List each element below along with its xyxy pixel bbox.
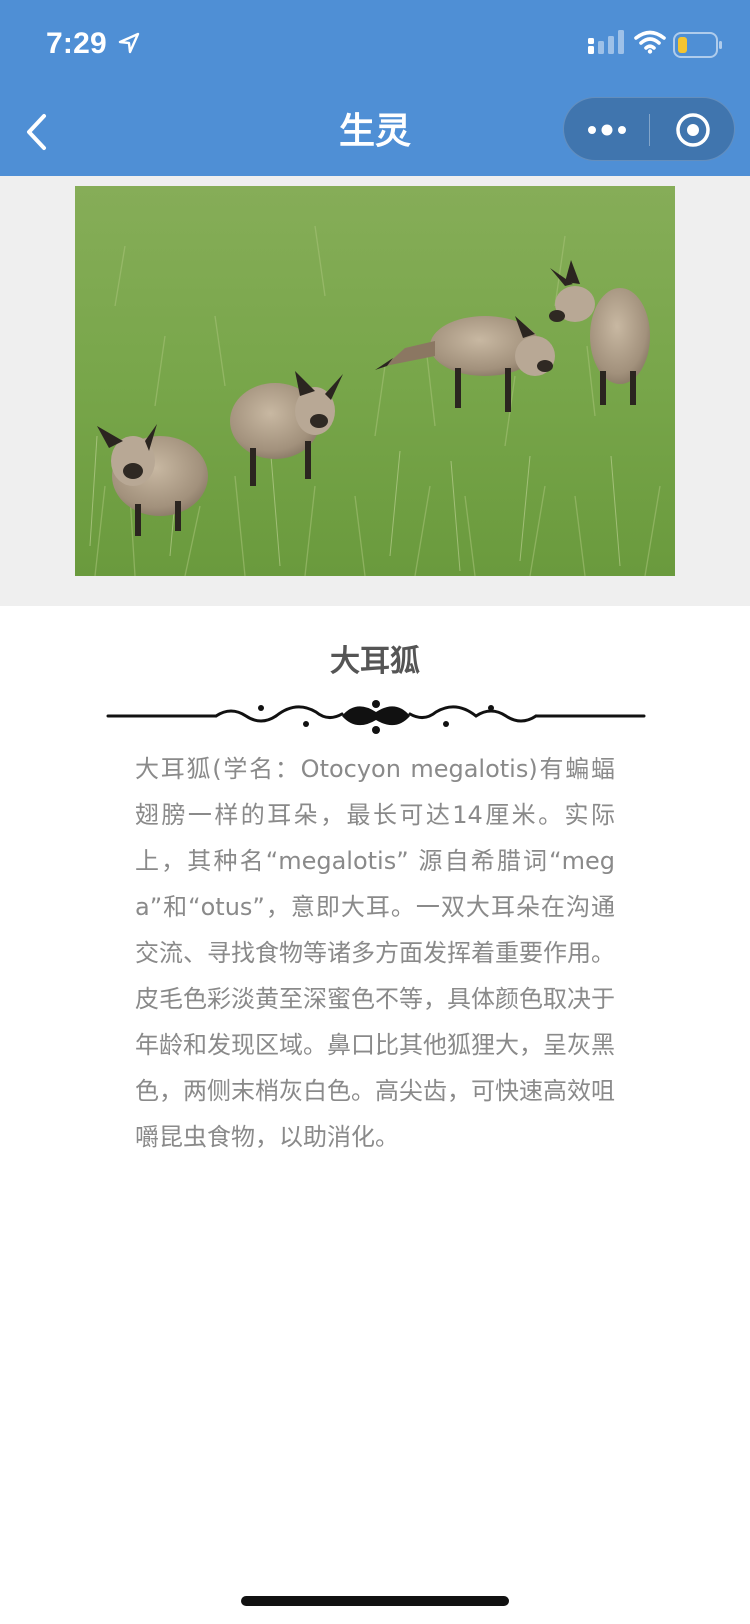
miniapp-capsule <box>563 97 735 161</box>
close-miniapp-button[interactable] <box>650 98 736 162</box>
fox-photo <box>75 186 675 576</box>
cellular-signal-icon <box>588 30 624 54</box>
home-indicator[interactable] <box>241 1596 509 1606</box>
more-button[interactable] <box>564 98 649 162</box>
more-dots-icon <box>587 124 626 136</box>
image-section <box>0 176 750 606</box>
species-description: 大耳狐(学名：Otocyon megalotis)有蝙蝠翅膀一样的耳朵，最长可达… <box>135 755 615 1151</box>
ornamental-flourish-icon <box>106 700 646 734</box>
location-arrow-icon <box>118 32 140 54</box>
status-bar: 7:29 <box>0 0 750 88</box>
target-circle-icon <box>676 113 710 147</box>
battery-low-icon <box>673 32 722 58</box>
wifi-icon <box>634 30 666 54</box>
status-time: 7:29 <box>46 27 107 60</box>
app-header: 7:29 生灵 <box>0 0 750 176</box>
species-title: 大耳狐 <box>330 644 420 679</box>
navigation-bar: 生灵 <box>0 88 750 176</box>
